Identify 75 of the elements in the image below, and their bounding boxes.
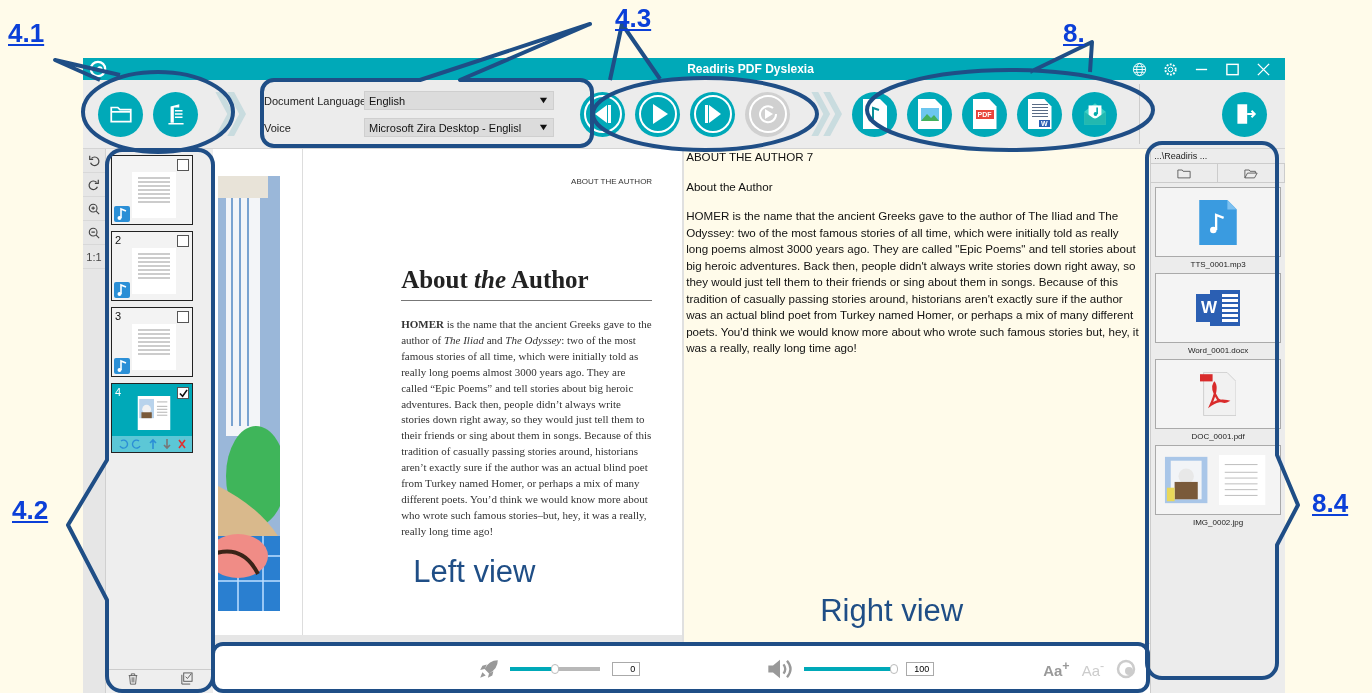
settings-icon[interactable] <box>1163 61 1178 77</box>
folder-icon <box>1177 167 1192 179</box>
rotate-right-icon <box>88 178 100 191</box>
check-pages-icon <box>179 672 193 685</box>
annotation-link[interactable]: 4.2 <box>12 495 49 526</box>
annotation-link[interactable]: 4.1 <box>8 18 45 49</box>
mini-page-icon <box>132 324 176 370</box>
mini-page-icon <box>132 172 176 218</box>
maximize-icon[interactable] <box>1225 61 1240 77</box>
caret-icon <box>539 96 548 105</box>
dropdown[interactable]: Microsoft Zira Desktop - Englisl <box>364 118 554 137</box>
speed-slider[interactable] <box>510 666 601 671</box>
page-paragraph: HOMER is the name that the ancient Greeks gave to the author of The Iliad and The Odyssey: two of the most famous stories of all time, which were initially told as really long poems almost 3000 years ago. They are called “Epic Poems” and tell stories about big heroic adventures. Back then, people didn’t always write stories down right away, so they would just tell them to their friends or sing about them in songs. Because of this tradition of casually passing stories around, historians aren’t exactly sure if the author was an actual blind poet from Turkey named Homer, or perhaps a mix of many different poets. You’d think we would know more about who wrote such famous stories–but, hey, it was a really, really long time ago! <box>401 317 653 539</box>
view-label: Left view <box>412 553 537 590</box>
dropdown[interactable]: English <box>364 91 554 110</box>
rocket-icon <box>478 657 501 680</box>
text-paragraph: ABOUT THE AUTHOR 7 <box>686 149 815 165</box>
slider-thumb[interactable] <box>890 663 899 674</box>
file-name: Word_0001.docx <box>1187 346 1249 355</box>
caret-icon <box>539 123 548 132</box>
page-number: 3 <box>115 310 122 322</box>
close-icon[interactable] <box>1256 61 1271 77</box>
slider-thumb[interactable] <box>551 663 560 674</box>
open-folder-icon <box>1244 167 1259 179</box>
open-file-button[interactable] <box>98 91 143 137</box>
app-logo-icon <box>89 60 107 78</box>
next-button[interactable] <box>690 91 735 137</box>
page-thumbnail[interactable] <box>111 155 193 225</box>
page-thumbnail[interactable]: 2 <box>111 231 193 301</box>
page-number: 2 <box>115 234 122 246</box>
file-name: IMG_0002.jpg <box>1192 518 1244 527</box>
text-paragraph: About the Author <box>686 178 774 195</box>
exit-button[interactable] <box>1222 91 1267 137</box>
page-number: 4 <box>115 386 122 398</box>
page-checkbox[interactable] <box>177 235 189 247</box>
replay-icon <box>747 94 788 134</box>
mini-page-icon <box>132 248 176 294</box>
page-checkbox[interactable] <box>177 311 189 323</box>
word-letter-badge: W <box>1196 294 1223 322</box>
rotate-left-icon <box>88 154 100 167</box>
scanner-button[interactable] <box>153 91 198 137</box>
check-icon <box>178 388 188 398</box>
send-audio-email-button[interactable] <box>1072 91 1117 137</box>
field-label: Document Language <box>264 94 364 107</box>
speed-value: 0 <box>612 661 641 676</box>
globe-icon[interactable] <box>1132 61 1147 77</box>
annotation-link[interactable]: 8.4 <box>1312 488 1349 519</box>
zoom-out-icon <box>88 226 100 239</box>
play-icon <box>637 94 678 134</box>
annotation-link[interactable]: 8. <box>1063 18 1085 49</box>
text-paragraph: HOMER is the name that the ancient Greeks gave to the author of The Iliad and The Odyssey: two of the most famous stories of all time, which were initially told as really long poems almost 3000 years ago. They are called "Epic Poems" and tell stories about big heroic adventures. Back then, people didn't always write stories down right away, so they would just tell them to their friends or sing about them in songs. Because of this tradition of casually passing stories around, historians aren't exactly sure if the author was an actual blind poet from Turkey named Homer, or perhaps a mix of many different poets. You'd think we would know more about who wrote such famous stories but, hey, it was a really, really long time ago! <box>686 208 1140 356</box>
next-icon <box>692 94 733 134</box>
trash-icon <box>126 672 139 685</box>
view-label: Right view <box>819 593 965 629</box>
field-label: Voice <box>264 121 292 134</box>
pdf-file-icon <box>1200 372 1237 416</box>
volume-slider[interactable] <box>804 666 895 671</box>
audio-file-icon <box>1199 199 1238 245</box>
file-name: TTS_0001.mp3 <box>1190 260 1246 269</box>
page-title: About the Author <box>401 266 653 301</box>
page-checkbox[interactable] <box>177 387 189 399</box>
file-name: DOC_0001.pdf <box>1191 432 1245 441</box>
page-thumbnail[interactable]: 3 <box>111 307 193 377</box>
export-image-button[interactable] <box>907 91 952 137</box>
annotation-link[interactable]: 4.3 <box>615 3 652 34</box>
image-file-icon <box>917 99 942 129</box>
zoom-in-icon <box>88 202 100 215</box>
play-button[interactable] <box>635 91 680 137</box>
previous-icon <box>582 94 623 134</box>
page-checkbox[interactable] <box>177 159 189 171</box>
volume-value: 100 <box>906 661 935 676</box>
window-title: Readiris PDF Dyslexia <box>687 62 814 76</box>
actual-size-button[interactable]: 1:1 <box>83 245 105 269</box>
folder-path: ...\Readiris ... <box>1153 150 1209 163</box>
page-header: ABOUT THE AUTHOR <box>570 177 653 186</box>
